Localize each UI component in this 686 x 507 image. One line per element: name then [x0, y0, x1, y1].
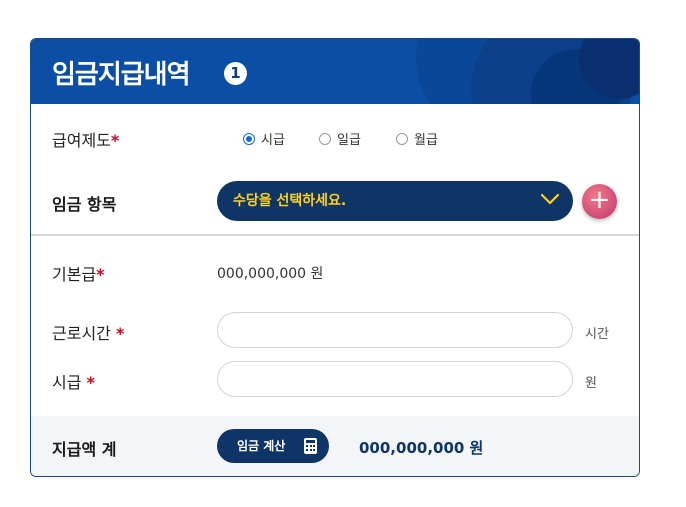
- radio-hourly[interactable]: 시급: [243, 129, 285, 148]
- card-header: 임금지급내역 1: [31, 39, 639, 104]
- section-divider: [31, 234, 639, 236]
- calculator-icon: [304, 438, 317, 454]
- work-hours-label-text: 근로시간: [52, 324, 111, 343]
- wage-items-label: 임금 항목: [52, 195, 117, 214]
- wage-payment-card: 임금지급내역 1 급여제도* 시급 일급 월급 임금 항목 수당을 선택하세요.…: [30, 38, 640, 477]
- required-mark: *: [96, 265, 105, 284]
- chevron-down-icon: [541, 193, 559, 205]
- total-label: 지급액 계: [52, 440, 117, 459]
- required-mark: *: [110, 131, 120, 150]
- page-title: 임금지급내역: [52, 60, 191, 90]
- allowance-select[interactable]: 수당을 선택하세요.: [217, 181, 573, 221]
- hourly-wage-label-text: 시급: [52, 373, 82, 392]
- radio-monthly-label: 월급: [414, 133, 438, 148]
- base-pay-value: 000,000,000 원: [217, 266, 324, 282]
- calculate-wage-label: 임금 계산: [237, 439, 286, 453]
- hourly-wage-unit: 원: [585, 376, 597, 391]
- pay-system-label: 급여제도*: [52, 127, 119, 151]
- radio-unselected-icon: [396, 132, 408, 145]
- work-hours-label: 근로시간 *: [52, 320, 124, 344]
- allowance-select-value: 수당을 선택하세요.: [233, 193, 347, 209]
- radio-monthly[interactable]: 월급: [396, 129, 438, 148]
- total-row: 지급액 계 임금 계산 000,000,000 원: [31, 416, 639, 476]
- plus-icon: +: [588, 185, 611, 215]
- pay-system-label-text: 급여제도: [52, 131, 111, 150]
- radio-selected-icon: [243, 132, 255, 145]
- base-pay-label: 기본급*: [52, 261, 105, 285]
- required-mark: *: [86, 373, 95, 392]
- radio-daily-label: 일급: [337, 133, 361, 148]
- work-hours-unit: 시간: [585, 327, 609, 342]
- work-hours-input[interactable]: [217, 312, 573, 348]
- add-allowance-button[interactable]: +: [582, 184, 617, 219]
- total-amount: 000,000,000 원: [359, 439, 484, 457]
- radio-hourly-label: 시급: [261, 133, 285, 148]
- hourly-wage-label: 시급 *: [52, 369, 95, 393]
- calculate-wage-button[interactable]: 임금 계산: [217, 429, 329, 463]
- step-badge: 1: [224, 62, 247, 85]
- radio-unselected-icon: [319, 132, 331, 145]
- required-mark: *: [115, 324, 125, 343]
- radio-daily[interactable]: 일급: [319, 129, 361, 148]
- base-pay-label-text: 기본급: [52, 265, 97, 284]
- hourly-wage-input[interactable]: [217, 361, 573, 397]
